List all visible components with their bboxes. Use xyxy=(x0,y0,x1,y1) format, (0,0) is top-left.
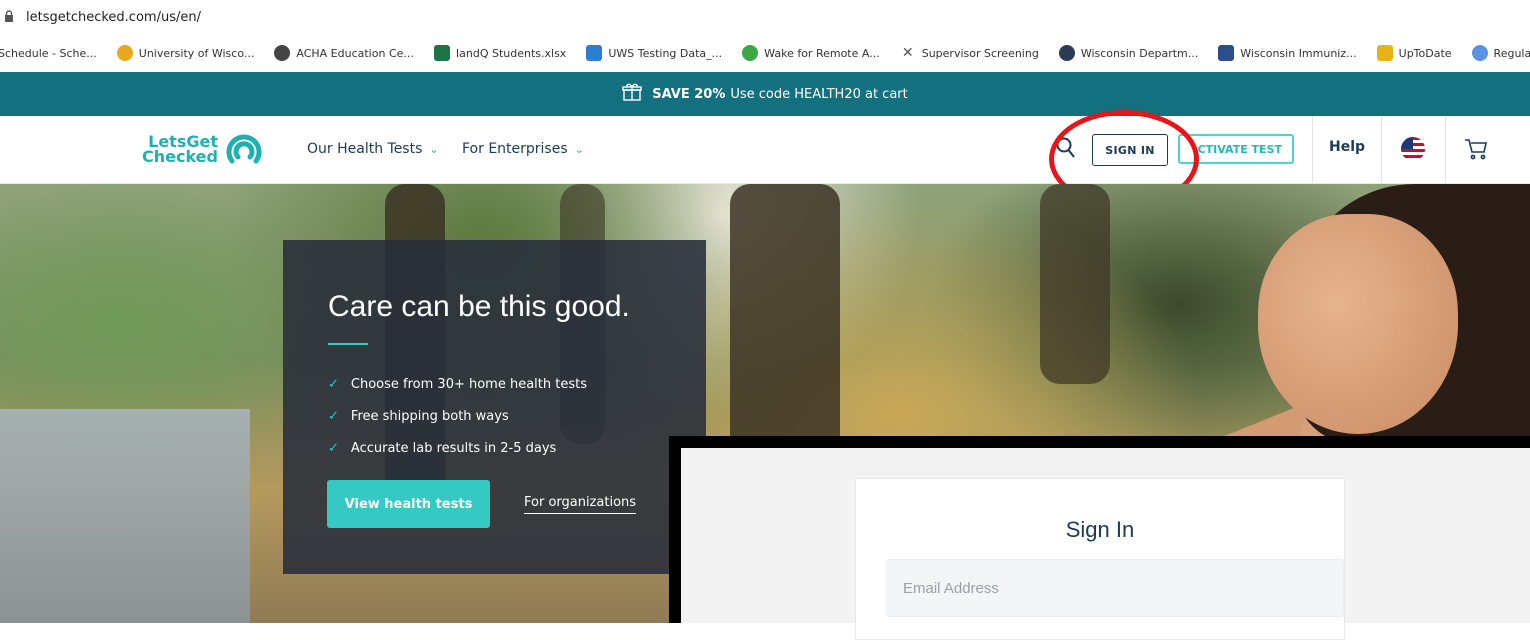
help-link[interactable]: Help xyxy=(1329,139,1365,155)
nav-for-enterprises[interactable]: For Enterprises ⌄ xyxy=(462,141,584,157)
check-icon: ✓ xyxy=(328,376,339,392)
url-text: letsgetchecked.com/us/en/ xyxy=(26,9,201,25)
bookmark-acha[interactable]: ACHA Education Ce... xyxy=(274,45,414,61)
sign-in-title: Sign In xyxy=(1065,517,1135,542)
globe-icon xyxy=(274,45,291,61)
university-icon xyxy=(116,45,133,61)
address-bar[interactable]: letsgetchecked.com/us/en/ xyxy=(0,0,1530,34)
hero-benefits-list: ✓ Choose from 30+ home health tests ✓ Free… xyxy=(328,368,587,464)
bookmark-wi-department[interactable]: Wisconsin Departm... xyxy=(1058,45,1198,61)
un-icon xyxy=(1471,45,1488,61)
hero-divider xyxy=(328,343,368,345)
bookmarks-bar: Schedule - Sche... University of Wisco..… xyxy=(0,34,1530,73)
nav-our-health-tests[interactable]: Our Health Tests ⌄ xyxy=(307,141,439,157)
nav-divider xyxy=(1381,116,1382,183)
logo-mark-icon xyxy=(226,134,262,164)
excel-icon xyxy=(433,45,450,61)
sign-in-inset: Sign In xyxy=(669,436,1530,640)
logo-line2: Checked xyxy=(142,147,218,166)
list-item: ✓ Accurate lab results in 2-5 days xyxy=(328,440,557,456)
nav-divider xyxy=(1312,116,1313,183)
bookmark-uws-testing[interactable]: UWS Testing Data_... xyxy=(586,45,722,61)
list-item: ✓ Free shipping both ways xyxy=(328,408,509,424)
database-icon xyxy=(586,45,603,61)
sign-in-page: Sign In xyxy=(681,448,1530,640)
promo-text: Use code HEALTH20 at cart xyxy=(730,86,908,102)
search-icon[interactable] xyxy=(1056,137,1076,163)
gift-icon xyxy=(622,82,642,106)
bookmark-supervisor[interactable]: ✕ Supervisor Screening xyxy=(900,45,1039,61)
bookmark-uptodate[interactable]: UpToDate xyxy=(1376,45,1452,61)
bookmark-wake[interactable]: Wake for Remote A... xyxy=(742,45,880,61)
email-field[interactable] xyxy=(886,559,1344,617)
us-flag-icon[interactable] xyxy=(1401,137,1425,165)
bookmark-iandq[interactable]: IandQ Students.xlsx xyxy=(433,45,566,61)
wir-icon xyxy=(1218,45,1235,61)
activate-test-button[interactable]: CTIVATE TEST xyxy=(1178,134,1294,164)
hero-card: Care can be this good. ✓ Choose from 30+ … xyxy=(283,240,706,574)
power-icon xyxy=(742,45,759,61)
bookmark-regulation[interactable]: Regulation and Pre... xyxy=(1471,45,1530,61)
for-organizations-link[interactable]: For organizations xyxy=(524,495,637,514)
chevron-down-icon: ⌄ xyxy=(574,142,584,156)
check-icon: ✓ xyxy=(328,440,339,456)
lock-icon xyxy=(4,10,18,24)
woman-face xyxy=(1258,214,1458,434)
bookmark-wi-immunization[interactable]: Wisconsin Immuniz... xyxy=(1218,45,1357,61)
bookmark-university[interactable]: University of Wisco... xyxy=(116,45,254,61)
email-input[interactable] xyxy=(901,578,1343,598)
chevron-down-icon: ⌄ xyxy=(429,142,439,156)
background-tree xyxy=(1040,184,1110,384)
star-badge-icon xyxy=(1058,45,1075,61)
cross-icon: ✕ xyxy=(901,45,914,61)
list-item: ✓ Choose from 30+ home health tests xyxy=(328,376,587,392)
main-nav: LetsGet Checked Our Health Tests ⌄ For E… xyxy=(0,116,1530,184)
uptodate-icon xyxy=(1376,45,1393,61)
background-tree xyxy=(730,184,840,464)
check-icon: ✓ xyxy=(328,408,339,424)
promo-banner: SAVE 20% Use code HEALTH20 at cart xyxy=(0,72,1530,116)
sign-in-card: Sign In xyxy=(855,478,1345,640)
promo-discount: SAVE 20% xyxy=(652,86,726,102)
logo[interactable]: LetsGet Checked xyxy=(142,129,264,169)
sign-in-button[interactable]: SIGN IN xyxy=(1092,134,1168,166)
view-health-tests-button[interactable]: View health tests xyxy=(327,480,490,528)
hero-title: Care can be this good. xyxy=(328,290,630,323)
background-building xyxy=(0,409,250,623)
nav-divider xyxy=(1445,116,1446,183)
bookmark-schedule[interactable]: Schedule - Sche... xyxy=(0,47,97,60)
cart-icon[interactable] xyxy=(1464,138,1488,164)
